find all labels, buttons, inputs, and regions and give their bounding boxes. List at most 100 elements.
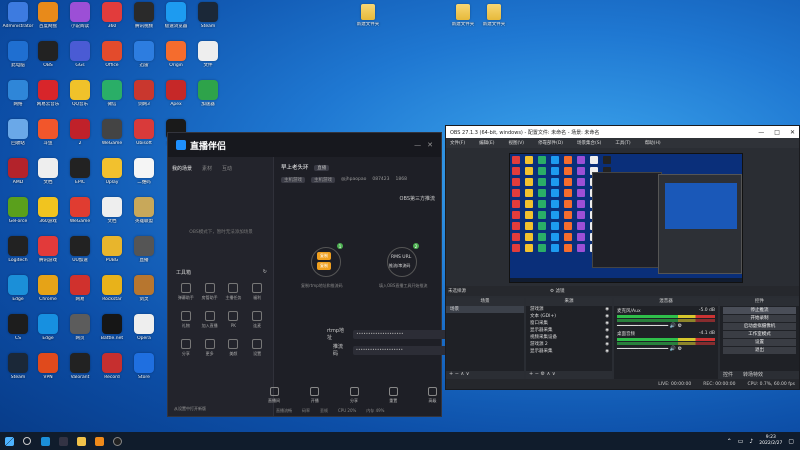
tab-scenes[interactable]: 我的场景 bbox=[172, 165, 192, 172]
desktop-icon[interactable]: UU加速 bbox=[64, 236, 96, 263]
desktop-icon[interactable]: Chrome bbox=[32, 275, 64, 302]
eye-icon[interactable]: ◉ bbox=[605, 306, 612, 313]
desktop-icon[interactable]: Edge bbox=[32, 314, 64, 341]
desktop-icon[interactable]: 此电脑 bbox=[2, 41, 34, 68]
bottom-action[interactable]: 开播 bbox=[310, 387, 320, 404]
desktop-icon[interactable]: 二维码 bbox=[128, 158, 160, 185]
source-item[interactable]: 游戏源 ◉ bbox=[526, 306, 612, 313]
search-button[interactable] bbox=[18, 432, 36, 450]
desktop-icon[interactable]: 百度网盘 bbox=[32, 2, 64, 29]
toolbox-item[interactable]: 加入直播 bbox=[198, 311, 222, 329]
bottom-action[interactable]: 重置 bbox=[388, 387, 398, 404]
start-button[interactable] bbox=[0, 432, 18, 450]
taskbar-live[interactable] bbox=[90, 432, 108, 450]
toolbox-item[interactable]: 主播任务 bbox=[222, 283, 246, 301]
source-item[interactable]: 显示器采集 ◉ bbox=[526, 327, 612, 334]
taskbar-edge[interactable] bbox=[36, 432, 54, 450]
desktop-icon[interactable]: 极速浏览器 bbox=[160, 2, 192, 29]
desktop-icon[interactable]: GGs bbox=[64, 41, 96, 68]
toolbox-item[interactable]: 弹幕助手 bbox=[174, 283, 198, 301]
control-button[interactable]: 退出 bbox=[723, 347, 796, 354]
scene-item[interactable]: 场景 bbox=[446, 306, 524, 313]
eye-icon[interactable]: ◉ bbox=[605, 341, 612, 348]
menu-item[interactable]: 编辑(E) bbox=[479, 140, 494, 146]
desktop-icon[interactable]: 2 bbox=[64, 119, 96, 146]
desktop-icon[interactable]: Steam bbox=[2, 353, 34, 380]
desktop-icon[interactable]: 腾讯视频 bbox=[128, 2, 160, 29]
desktop-icon[interactable]: 腾讯游戏 bbox=[32, 236, 64, 263]
minimize-icon[interactable]: — bbox=[414, 141, 421, 149]
desktop-folder[interactable]: 新建文件夹 bbox=[478, 4, 510, 27]
desktop-icon[interactable]: Logitech bbox=[2, 236, 34, 263]
control-button[interactable]: 设置 bbox=[723, 339, 796, 346]
desktop-icon[interactable]: 迅雷 bbox=[128, 41, 160, 68]
toolbox-item[interactable]: 设置 bbox=[245, 339, 269, 357]
desktop-icon[interactable]: CS bbox=[2, 314, 34, 341]
network-icon[interactable]: ▭ bbox=[738, 438, 744, 445]
tab-interaction[interactable]: 互动 bbox=[222, 165, 232, 172]
eye-icon[interactable]: ◉ bbox=[605, 327, 612, 334]
desktop-icon[interactable]: 直播 bbox=[128, 236, 160, 263]
desktop-icon[interactable]: Ubisoft bbox=[128, 119, 160, 146]
desktop-icon[interactable]: 加速器 bbox=[192, 80, 224, 107]
control-button[interactable]: 启动虚拟摄像机 bbox=[723, 323, 796, 330]
desktop-icon[interactable]: Valorant bbox=[64, 353, 96, 380]
close-icon[interactable]: ✕ bbox=[427, 141, 433, 149]
menu-item[interactable]: 停靠部件(D) bbox=[538, 140, 563, 146]
toolbox-item[interactable]: PK bbox=[222, 311, 246, 329]
desktop-icon[interactable]: 文档 bbox=[96, 197, 128, 224]
desktop-icon[interactable]: 网络 bbox=[2, 80, 34, 107]
eye-icon[interactable]: ◉ bbox=[605, 348, 612, 355]
taskbar-steam[interactable] bbox=[54, 432, 72, 450]
desktop-icon[interactable]: Uplay bbox=[96, 158, 128, 185]
toolbox-item[interactable]: 分享 bbox=[174, 339, 198, 357]
toolbox-item[interactable]: 更多 bbox=[198, 339, 222, 357]
taskbar-explorer[interactable] bbox=[72, 432, 90, 450]
desktop-icon[interactable]: AMD bbox=[2, 158, 34, 185]
refresh-icon[interactable]: ↻ bbox=[263, 269, 267, 276]
desktop-icon[interactable]: 小说阅读 bbox=[64, 2, 96, 29]
desktop-icon[interactable]: 剑网3 bbox=[128, 80, 160, 107]
desktop-icon[interactable]: Steam bbox=[192, 2, 224, 29]
desktop-icon[interactable]: 回收站 bbox=[2, 119, 34, 146]
desktop-folder[interactable]: 新建文件夹 bbox=[352, 4, 384, 27]
desktop-icon[interactable]: 斗鱼 bbox=[32, 119, 64, 146]
source-item[interactable]: 文本 (GDI+) ◉ bbox=[526, 313, 612, 320]
desktop-icon[interactable]: 360游戏 bbox=[32, 197, 64, 224]
source-item[interactable]: 视频采集设备 ◉ bbox=[526, 334, 612, 341]
source-item[interactable]: 游戏源 2 ◉ bbox=[526, 341, 612, 348]
desktop-icon[interactable]: PUBG bbox=[96, 236, 128, 263]
desktop-icon[interactable]: 微信 bbox=[96, 80, 128, 107]
control-button[interactable]: 停止推流 bbox=[723, 307, 796, 314]
desktop-icon[interactable]: 文档 bbox=[32, 158, 64, 185]
footer-note[interactable]: 从设置中打开新版 bbox=[174, 406, 206, 412]
volume-slider[interactable]: ━━━━━━━━━━━━━━━━━ 🔊 ⚙ bbox=[614, 346, 718, 352]
desktop-icon[interactable]: Origin bbox=[160, 41, 192, 68]
desktop-icon[interactable]: 360 bbox=[96, 2, 128, 29]
copy-button[interactable]: 复制 bbox=[317, 252, 331, 260]
notification-icon[interactable]: ▢ bbox=[788, 438, 794, 445]
desktop-icon[interactable]: 网易 bbox=[64, 275, 96, 302]
control-button[interactable]: 工作室模式 bbox=[723, 331, 796, 338]
desktop-folder[interactable]: 新建文件夹 bbox=[447, 4, 479, 27]
desktop-icon[interactable]: 剑灵 bbox=[128, 275, 160, 302]
close-icon[interactable]: ✕ bbox=[790, 129, 795, 136]
copy-button-2[interactable]: 复制 bbox=[317, 262, 331, 270]
menu-item[interactable]: 文件(F) bbox=[450, 140, 465, 146]
desktop-icon[interactable]: Opera bbox=[128, 314, 160, 341]
sources-footer[interactable]: + − ⚙ ∧ ∨ bbox=[526, 371, 612, 379]
subcategory-pill[interactable]: 主机游戏 bbox=[311, 177, 335, 183]
bottom-action[interactable]: 高级 bbox=[428, 387, 437, 404]
desktop-icon[interactable]: VPN bbox=[32, 353, 64, 380]
toolbox-item[interactable]: 房管助手 bbox=[198, 283, 222, 301]
desktop-icon[interactable]: Record bbox=[96, 353, 128, 380]
desktop-icon[interactable]: Apex bbox=[160, 80, 192, 107]
tab-transitions[interactable]: 转场特效 bbox=[743, 371, 763, 379]
tab-materials[interactable]: 素材 bbox=[202, 165, 212, 172]
desktop-icon[interactable]: Store bbox=[128, 353, 160, 380]
desktop-icon[interactable]: Edge bbox=[2, 275, 34, 302]
control-button[interactable]: 开始录制 bbox=[723, 315, 796, 322]
eye-icon[interactable]: ◉ bbox=[605, 334, 612, 341]
key-field[interactable]: •••••••••••••••••••• bbox=[352, 345, 453, 355]
clock[interactable]: 9:23 2022/2/27 bbox=[759, 435, 782, 447]
